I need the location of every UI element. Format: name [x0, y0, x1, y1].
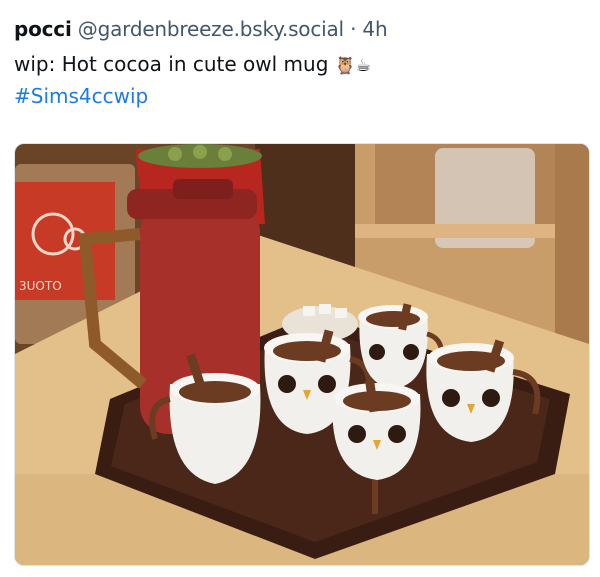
- post-text: wip: Hot cocoa in cute owl mug: [14, 52, 329, 76]
- post-text-line: wip: Hot cocoa in cute owl mug 🦉☕: [14, 49, 588, 81]
- author-handle[interactable]: @gardenbreeze.bsky.social: [78, 17, 344, 41]
- post[interactable]: pocci @gardenbreeze.bsky.social · 4h wip…: [14, 16, 588, 110]
- post-header: pocci @gardenbreeze.bsky.social · 4h: [14, 16, 588, 42]
- owl-cocoa-emoji: 🦉☕: [334, 56, 372, 76]
- post-image[interactable]: 3UOTO: [14, 143, 590, 566]
- hashtag-link[interactable]: #Sims4ccwip: [14, 82, 588, 110]
- separator-dot: ·: [350, 17, 357, 41]
- author-display-name[interactable]: pocci: [14, 17, 72, 41]
- post-timestamp[interactable]: 4h: [362, 17, 387, 41]
- sign-text: 3UOTO: [19, 279, 62, 293]
- owl-mug-scene: 3UOTO: [15, 144, 589, 565]
